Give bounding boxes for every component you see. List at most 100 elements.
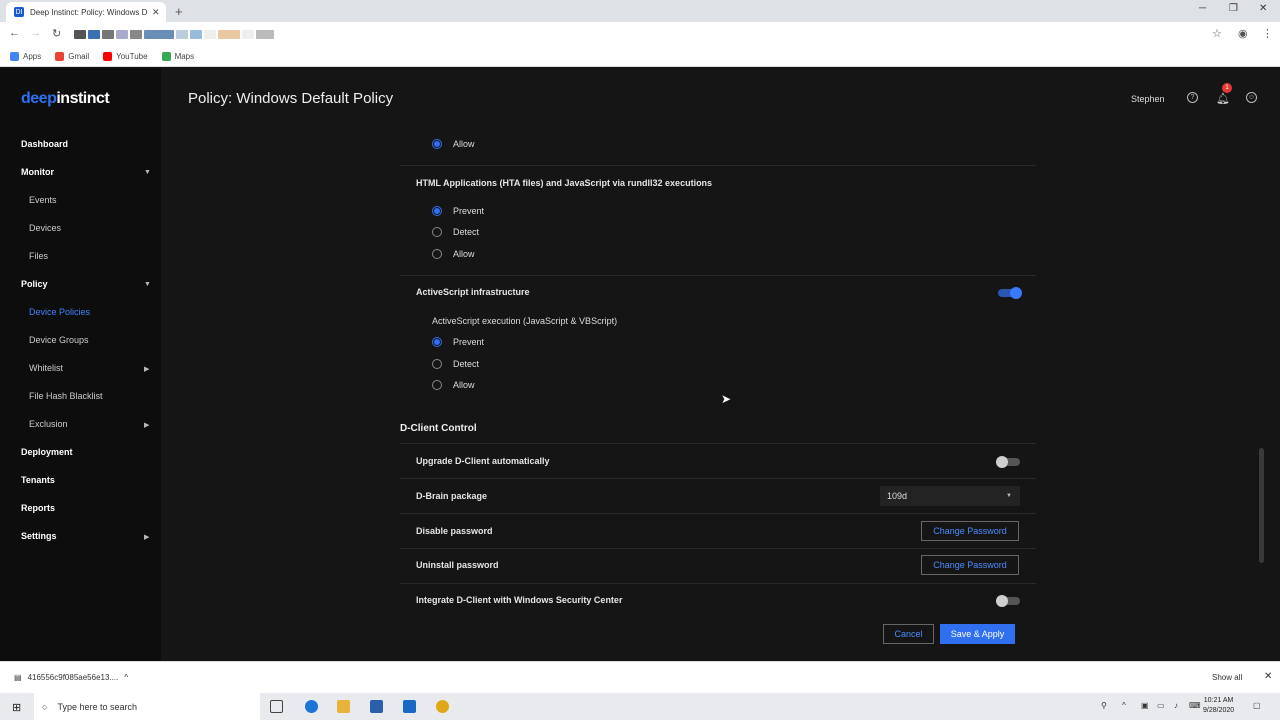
- sidebar-item-settings[interactable]: Settings: [21, 531, 57, 541]
- save-apply-button[interactable]: Save & Apply: [940, 624, 1015, 644]
- back-icon[interactable]: ←: [9, 27, 20, 39]
- file-explorer-icon[interactable]: [337, 700, 350, 713]
- sidebar-item-events[interactable]: Events: [29, 195, 57, 205]
- minimize-icon[interactable]: ─: [1199, 3, 1206, 14]
- radio-activescript-allow[interactable]: Allow: [432, 380, 475, 390]
- notification-badge: 1: [1222, 83, 1232, 93]
- radio-hta-prevent[interactable]: Prevent: [432, 206, 484, 216]
- divider: [400, 513, 1036, 514]
- sidebar-item-device-groups[interactable]: Device Groups: [29, 335, 89, 345]
- notification-bell-icon[interactable]: 🔔︎: [1216, 92, 1230, 105]
- forward-icon[interactable]: →: [30, 27, 41, 39]
- search-icon: ○: [42, 701, 48, 712]
- sidebar-item-device-policies[interactable]: Device Policies: [29, 307, 90, 317]
- radio-hta-allow[interactable]: Allow: [432, 249, 475, 259]
- profile-icon[interactable]: ◉: [1238, 27, 1248, 40]
- caret-right-icon: ▶: [144, 366, 150, 373]
- chevron-up-icon[interactable]: ^: [1122, 701, 1126, 710]
- radio-hta-detect[interactable]: Detect: [432, 227, 479, 237]
- action-center-icon[interactable]: ▢: [1253, 701, 1261, 710]
- browser-menu-icon[interactable]: ⋮: [1262, 27, 1273, 40]
- close-tab-icon[interactable]: ✕: [152, 7, 160, 18]
- download-item[interactable]: ▤ 416556c9f085ae56e13.... ^: [14, 673, 128, 682]
- hta-setting-title: HTML Applications (HTA files) and JavaSc…: [416, 178, 713, 188]
- sidebar-item-files[interactable]: Files: [29, 251, 48, 261]
- edge-browser-icon[interactable]: [305, 700, 318, 713]
- browser-tab[interactable]: DI Deep Instinct: Policy: Windows D ✕: [6, 2, 166, 22]
- user-name[interactable]: Stephen: [1131, 94, 1165, 104]
- restore-icon[interactable]: ❐: [1229, 3, 1238, 14]
- radio-top-allow[interactable]: Allow: [432, 139, 475, 149]
- dbrain-package-label: D-Brain package: [416, 491, 488, 501]
- sidebar-item-exclusion[interactable]: Exclusion: [29, 419, 68, 429]
- uninstall-password-label: Uninstall password: [416, 560, 499, 570]
- divider: [400, 583, 1036, 584]
- window-close-icon[interactable]: ✕: [1259, 3, 1267, 14]
- bookmark-gmail[interactable]: Gmail: [55, 52, 89, 61]
- activescript-toggle[interactable]: [998, 287, 1022, 299]
- caret-right-icon: ▶: [144, 422, 150, 429]
- browser-tab-strip: DI Deep Instinct: Policy: Windows D ✕ + …: [0, 0, 1280, 22]
- chevron-up-icon[interactable]: ^: [124, 673, 128, 682]
- divider: [400, 165, 1036, 166]
- bookmark-youtube[interactable]: YouTube: [103, 52, 148, 61]
- toggle-knob: [996, 595, 1008, 607]
- bookmark-maps[interactable]: Maps: [161, 52, 194, 61]
- disable-change-password-button[interactable]: Change Password: [921, 521, 1019, 541]
- bookmark-star-icon[interactable]: ☆: [1212, 27, 1222, 40]
- integrate-security-center-toggle[interactable]: [996, 595, 1020, 607]
- store-icon[interactable]: [370, 700, 383, 713]
- sidebar-item-whitelist[interactable]: Whitelist: [29, 363, 63, 373]
- battery-icon[interactable]: ▭: [1157, 701, 1165, 710]
- radio-activescript-prevent[interactable]: Prevent: [432, 337, 484, 347]
- app-container: deepinstinct Dashboard Monitor ▼ Events …: [0, 68, 1280, 661]
- windows-start-icon[interactable]: ⊞: [12, 701, 21, 714]
- upgrade-dclient-toggle[interactable]: [996, 456, 1020, 468]
- bookmarks-bar: Apps Gmail YouTube Maps: [0, 47, 1280, 67]
- people-icon[interactable]: ⚲: [1101, 701, 1107, 710]
- caret-down-icon: ▼: [144, 281, 151, 288]
- apps-grid-icon: [10, 52, 19, 61]
- cancel-button[interactable]: Cancel: [883, 624, 934, 644]
- network-icon[interactable]: ▣: [1141, 701, 1149, 710]
- chrome-icon[interactable]: [436, 700, 449, 713]
- address-bar[interactable]: [74, 25, 1204, 44]
- volume-icon[interactable]: ♪: [1174, 701, 1178, 710]
- logo[interactable]: deepinstinct: [21, 90, 110, 108]
- radio-activescript-detect[interactable]: Detect: [432, 359, 479, 369]
- bookmark-apps[interactable]: Apps: [10, 52, 41, 61]
- account-icon[interactable]: ☺: [1246, 92, 1257, 103]
- task-view-icon[interactable]: [270, 700, 283, 713]
- help-icon[interactable]: ?: [1187, 92, 1198, 103]
- sidebar-item-dashboard[interactable]: Dashboard: [21, 139, 68, 149]
- deep-instinct-favicon-icon: DI: [14, 7, 24, 17]
- sidebar-item-tenants[interactable]: Tenants: [21, 475, 55, 485]
- close-downloads-icon[interactable]: ✕: [1264, 671, 1272, 682]
- toggle-knob: [996, 456, 1008, 468]
- divider: [400, 478, 1036, 479]
- sidebar-item-deployment[interactable]: Deployment: [21, 447, 73, 457]
- reload-icon[interactable]: ↻: [52, 27, 61, 40]
- uninstall-change-password-button[interactable]: Change Password: [921, 555, 1019, 575]
- radio-unselected-icon: [432, 380, 442, 390]
- sidebar-item-policy[interactable]: Policy: [21, 279, 48, 289]
- maps-icon: [161, 52, 171, 61]
- scrollbar[interactable]: [1259, 448, 1264, 563]
- radio-unselected-icon: [432, 249, 442, 259]
- sidebar-item-devices[interactable]: Devices: [29, 223, 61, 233]
- dbrain-package-select[interactable]: 109d ▼: [880, 486, 1020, 506]
- show-all-downloads-button[interactable]: Show all: [1212, 673, 1242, 682]
- sidebar: deepinstinct Dashboard Monitor ▼ Events …: [0, 68, 161, 661]
- new-tab-icon[interactable]: +: [175, 4, 183, 19]
- activescript-title: ActiveScript infrastructure: [416, 287, 530, 297]
- taskbar-clock[interactable]: 10:21 AM 9/28/2020: [1203, 696, 1234, 716]
- language-icon[interactable]: ⌨: [1189, 701, 1201, 710]
- mail-icon[interactable]: [403, 700, 416, 713]
- radio-unselected-icon: [432, 227, 442, 237]
- policy-content: Allow HTML Applications (HTA files) and …: [400, 68, 1036, 661]
- gmail-icon: [55, 52, 65, 61]
- sidebar-item-file-hash-blacklist[interactable]: File Hash Blacklist: [29, 391, 103, 401]
- sidebar-item-monitor[interactable]: Monitor: [21, 167, 54, 177]
- taskbar-search-input[interactable]: ○ Type here to search: [34, 693, 260, 720]
- sidebar-item-reports[interactable]: Reports: [21, 503, 55, 513]
